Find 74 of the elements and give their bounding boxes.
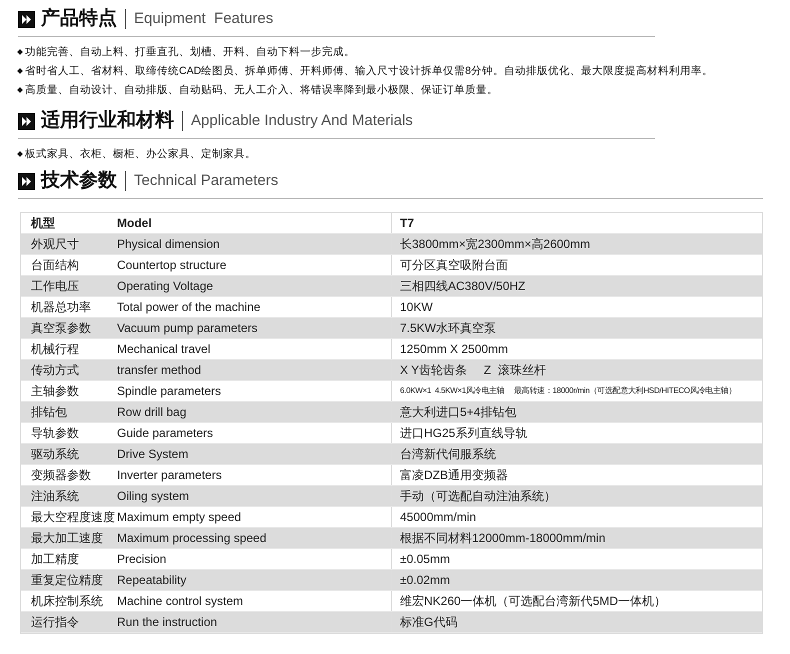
table-cell: 根据不同材料12000mm-18000mm/min (391, 528, 762, 548)
table-cell-text: Drive System (116, 446, 190, 463)
table-cell: 进口HG25系列直线导轨 (391, 423, 762, 443)
table-cell-text: Physical dimension (116, 236, 221, 253)
table-cell-text: 加工精度 (30, 551, 80, 568)
table-cell: 10KW (391, 297, 762, 317)
table-cell: 维宏NK260一体机（可选配台湾新代5MD一体机） (391, 591, 762, 611)
table-cell-text: 传动方式 (30, 362, 80, 379)
table-header-cell-text: 机型 (30, 215, 56, 232)
table-cell-text: Operating Voltage (116, 278, 214, 295)
table-cell: 台湾新代伺服系统 (391, 444, 762, 464)
table-cell-text: Maximum processing speed (116, 530, 268, 547)
table-cell-text: 驱动系统 (30, 446, 80, 463)
section-title: 适用行业和材料 (41, 108, 174, 133)
table-cell-text: Vacuum pump parameters (116, 320, 259, 337)
table-cell: ±0.02mm (391, 570, 762, 590)
table-cell: 1250mm X 2500mm (391, 339, 762, 359)
table-cell-text: Repeatability (116, 572, 188, 589)
bullet-icon (17, 68, 23, 74)
table-cell-text: Maximum empty speed (116, 509, 242, 526)
table-cell-text: 机械行程 (30, 341, 80, 358)
table-cell-text: transfer method (116, 362, 202, 379)
table-cell-text: 台面结构 (30, 257, 80, 274)
table-cell: 标准G代码 (391, 612, 762, 632)
bullet-text: 省时省人工、省材料、取缔传统CAD绘图员、拆单师傅、开料师傅、输入尺寸设计拆单仅需8分钟。自动排版优化、最大限度提高材料利用率。 (25, 64, 714, 79)
table-cell: 富凌DZB通用变频器 (391, 465, 762, 485)
table-cell-text: Guide parameters (116, 425, 214, 442)
table-cell: 6.0KW×1 4.5KW×1风冷电主轴 最高转速：18000r/min（可选配意大利HSD/HITECO风冷电主轴） (391, 381, 762, 401)
table-cell: 意大利进口5+4排钻包 (391, 402, 762, 422)
table-cell-text: 注油系统 (30, 488, 80, 505)
table-cell: 手动（可选配自动注油系统） (391, 486, 762, 506)
table-cell-text: 外观尺寸 (30, 236, 80, 253)
section-title: 产品特点 (41, 6, 117, 31)
table-cell-text: Precision (116, 551, 168, 568)
table-cell-text: 运行指令 (30, 614, 80, 631)
table-cell-text: Mechanical travel (116, 341, 212, 358)
section-subtitle: Applicable Industry And Materials (191, 111, 413, 131)
section-subtitle: Equipment Features (134, 9, 274, 29)
table-header-cell: T7 (391, 213, 762, 233)
bullet-icon (17, 49, 23, 55)
bullet-icon (17, 151, 23, 157)
table-cell-text: Spindle parameters (116, 383, 222, 400)
table-cell-text: 真空泵参数 (30, 320, 92, 337)
table-cell-text: Total power of the machine (116, 299, 262, 316)
table-cell-text: 机器总功率 (30, 299, 92, 316)
bullet-text: 高质量、自动设计、自动排版、自动贴码、无人工介入、将错误率降到最小极限、保证订单质量。 (25, 83, 498, 98)
table-cell-text: 主轴参数 (30, 383, 80, 400)
table-cell: ±0.05mm (391, 549, 762, 569)
table-cell-text: Inverter parameters (116, 467, 223, 484)
table-cell-text: 变频器参数 (30, 467, 92, 484)
bullet-text: 板式家具、衣柜、橱柜、办公家具、定制家具。 (25, 147, 256, 162)
table-cell-text: Row drill bag (116, 404, 188, 421)
table-cell-text: 排钻包 (30, 404, 68, 421)
table-cell-text: 最大空程度速度 (30, 509, 113, 526)
table-cell: X Y齿轮齿条 Z 滚珠丝杆 (391, 360, 762, 380)
section-title: 技术参数 (41, 168, 117, 193)
table-cell-text: 最大加工速度 (30, 530, 104, 547)
table-cell-text: Oiling system (116, 488, 190, 505)
table-cell-text: 工作电压 (30, 278, 80, 295)
section-subtitle: Technical Parameters (134, 171, 278, 191)
table-cell-text: Countertop structure (116, 257, 228, 274)
table-cell-text: 重复定位精度 (30, 572, 104, 589)
bullet-text: 功能完善、自动上料、打垂直孔、划槽、开料、自动下料一步完成。 (25, 45, 355, 60)
bullet-icon (17, 87, 23, 93)
table-cell: 可分区真空吸附台面 (391, 255, 762, 275)
table-cell: 45000mm/min (391, 507, 762, 527)
table-header-cell-text: Model (116, 215, 153, 232)
table-cell-text: 机床控制系统 (30, 593, 104, 610)
table-cell: 三相四线AC380V/50HZ (391, 276, 762, 296)
table-cell: 长3800mm×宽2300mm×高2600mm (391, 234, 762, 254)
table-cell-text: 导轨参数 (30, 425, 80, 442)
table-cell: 7.5KW水环真空泵 (391, 318, 762, 338)
table-cell-text: Run the instruction (116, 614, 218, 631)
table-cell-text: Machine control system (116, 593, 244, 610)
